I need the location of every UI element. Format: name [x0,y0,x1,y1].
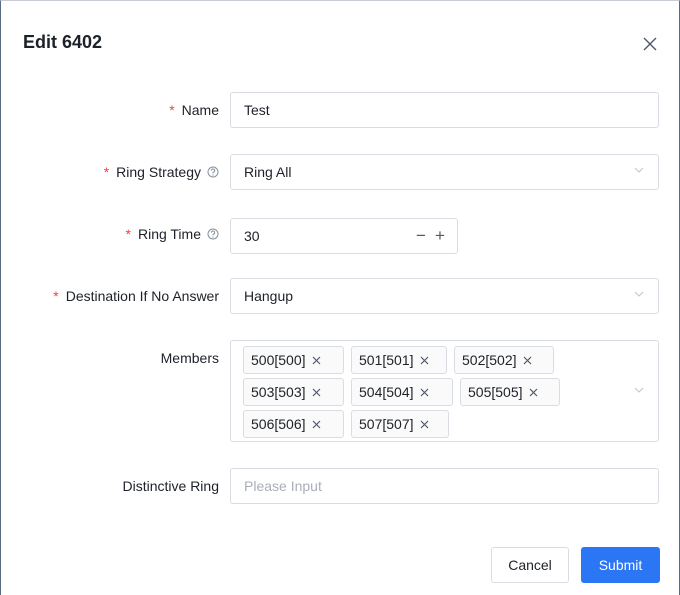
name-field[interactable] [230,92,659,128]
chevron-down-icon [634,291,644,297]
close-icon[interactable] [312,356,321,365]
dialog-title: Edit 6402 [23,32,103,52]
member-tag: 507[507] [351,410,449,438]
members-label: Members [161,350,219,366]
ring-strategy-label-text: Ring Strategy [116,164,201,180]
submit-button[interactable]: Submit [581,547,660,583]
ring-time-label: * Ring Time [126,226,219,242]
member-tag-label: 505[505] [468,384,523,400]
question-circle-icon[interactable] [207,228,219,240]
member-tag-label: 506[506] [251,416,306,432]
member-tag: 503[503] [243,378,344,406]
required-mark: * [125,226,131,242]
destination-label: * Destination If No Answer [53,288,219,304]
ring-strategy-label: * Ring Strategy [104,164,219,180]
close-button[interactable] [638,32,662,56]
destination-label-text: Destination If No Answer [65,288,219,304]
distinctive-ring-input[interactable] [231,469,658,503]
close-icon[interactable] [529,388,538,397]
member-tag: 502[502] [454,346,554,374]
close-icon[interactable] [312,388,321,397]
chevron-down-icon [634,387,644,393]
close-icon[interactable] [420,356,429,365]
ring-strategy-select[interactable]: Ring All [230,154,659,190]
destination-select[interactable]: Hangup [230,278,659,314]
ring-time-stepper[interactable]: − + [230,218,458,254]
ring-strategy-value: Ring All [244,164,292,180]
distinctive-ring-label: Distinctive Ring [123,478,219,494]
name-label-text: Name [181,102,219,118]
cancel-button[interactable]: Cancel [491,547,569,583]
members-multiselect[interactable]: 500[500] 501[501] 502[502] 503[503] 504[… [230,340,659,442]
decrement-button[interactable]: − [413,226,429,245]
member-tag-label: 500[500] [251,352,306,368]
member-tag-label: 501[501] [359,352,414,368]
member-tag-label: 507[507] [359,416,414,432]
member-tag: 500[500] [243,346,344,374]
name-label: * Name [169,102,219,118]
destination-value: Hangup [244,288,294,304]
required-mark: * [103,164,110,180]
close-icon [643,37,657,51]
question-circle-icon[interactable] [207,166,219,178]
chevron-down-icon [634,167,644,173]
edit-dialog: Edit 6402 * Name * Ring Strategy Ring Al… [0,0,680,595]
close-icon[interactable] [312,420,321,429]
required-mark: * [53,288,59,304]
member-tag: 504[504] [351,378,453,406]
member-tag-label: 503[503] [251,384,306,400]
member-tag-label: 504[504] [359,384,414,400]
member-tag-label: 502[502] [462,352,517,368]
close-icon[interactable] [420,420,429,429]
ring-time-label-text: Ring Time [137,226,201,242]
required-mark: * [169,102,175,118]
distinctive-ring-field[interactable] [230,468,659,504]
name-input[interactable] [231,93,658,127]
close-icon[interactable] [523,356,532,365]
increment-button[interactable]: + [432,226,448,245]
member-tag: 505[505] [460,378,560,406]
close-icon[interactable] [420,388,429,397]
distinctive-ring-label-text: Distinctive Ring [122,478,219,494]
member-tag: 506[506] [243,410,344,438]
members-label-text: Members [160,350,219,366]
member-tag: 501[501] [351,346,447,374]
